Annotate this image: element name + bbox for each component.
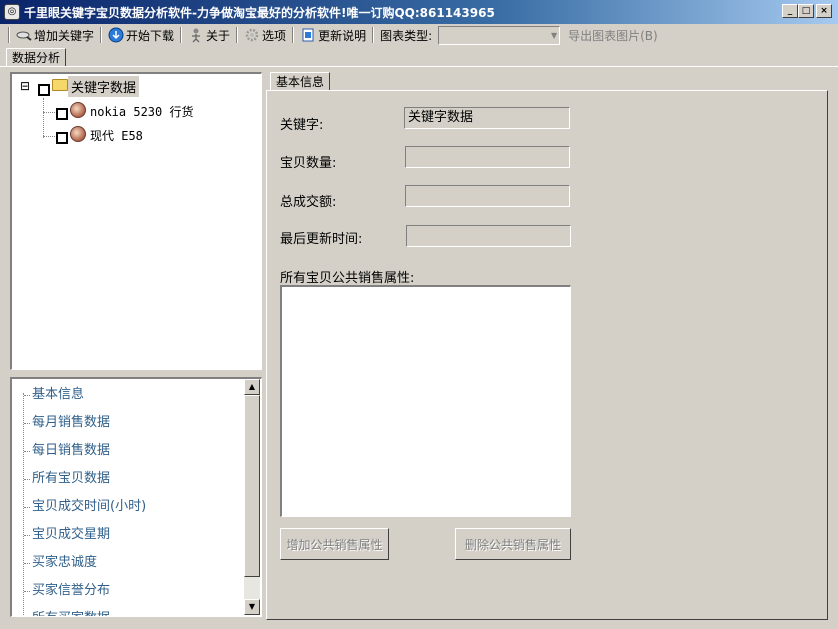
document-info-icon — [300, 27, 316, 43]
keyword-field[interactable]: 关键字数据 — [404, 107, 570, 129]
toolbar-separator — [236, 27, 239, 43]
chart-type-select[interactable]: ▼ — [438, 25, 561, 45]
close-button[interactable]: × — [816, 4, 832, 18]
analysis-nav-panel: 基本信息 每月销售数据 每日销售数据 所有宝贝数据 宝贝成交时间(小时) 宝贝成… — [10, 377, 262, 617]
item-count-field[interactable] — [405, 146, 570, 168]
export-chart-button[interactable]: 导出图表图片(B) — [566, 25, 660, 45]
add-keyword-button[interactable]: 增加关键字 — [14, 25, 96, 45]
about-label: 关于 — [206, 28, 231, 43]
nav-scrollbar[interactable]: ▲ ▼ — [244, 379, 260, 615]
toolbar-separator — [372, 27, 375, 43]
nav-item-monthly-sales[interactable]: 每月销售数据 — [12, 409, 244, 437]
update-notes-button[interactable]: 更新说明 — [298, 25, 368, 45]
common-attrs-label: 所有宝贝公共销售属性: — [280, 271, 415, 286]
tree-connector — [43, 136, 55, 137]
options-button[interactable]: 选项 — [242, 25, 288, 45]
options-label: 选项 — [262, 28, 287, 43]
chart-type-label: 图表类型: — [380, 28, 433, 43]
tree-item-label[interactable]: nokia 5230 行货 — [90, 103, 193, 120]
nav-connector — [23, 393, 24, 616]
product-icon — [70, 102, 86, 121]
minimize-button[interactable]: _ — [782, 4, 798, 18]
tab-data-analysis[interactable]: 数据分析 — [6, 48, 67, 66]
nav-item-deal-weekday[interactable]: 宝贝成交星期 — [12, 521, 244, 549]
add-common-attr-button[interactable]: 增加公共销售属性 — [280, 528, 389, 560]
tree-root-checkbox[interactable] — [38, 84, 50, 99]
nav-item-all-items[interactable]: 所有宝贝数据 — [12, 465, 244, 493]
about-button[interactable]: 关于 — [186, 25, 232, 45]
nav-item-buyer-credit[interactable]: 买家信誉分布 — [12, 577, 244, 605]
remove-common-attr-label: 删除公共销售属性 — [464, 537, 561, 552]
tree-root-label[interactable]: 关键字数据 — [68, 76, 140, 97]
tree-item-checkbox[interactable] — [56, 108, 68, 123]
globe-download-icon — [108, 27, 124, 43]
chevron-down-icon: ▼ — [550, 30, 558, 40]
folder-icon — [52, 79, 68, 94]
app-icon: ◎ — [4, 4, 20, 20]
nav-item-all-buyers[interactable]: 所有买家数据 — [12, 605, 244, 616]
gear-icon — [244, 27, 260, 43]
toolbar: 增加关键字 开始下载 关于 选项 更新说明 图表类型: ▼ 导出图表图片(B) — [0, 24, 838, 46]
keyword-tree-panel: ⊟ 关键字数据 nokia 5230 行货 现代 E58 — [10, 72, 262, 370]
tab-basic-info[interactable]: 基本信息 — [270, 72, 331, 90]
magnifier-icon — [16, 27, 32, 43]
basic-info-panel: 关键字: 关键字数据 宝贝数量: 总成交额: 最后更新时间: 所有宝贝公共销售属… — [266, 90, 828, 620]
tree-item-label[interactable]: 现代 E58 — [90, 127, 143, 144]
add-common-attr-label: 增加公共销售属性 — [286, 537, 383, 552]
title-bar: ◎ 千里眼关键字宝贝数据分析软件-力争做淘宝最好的分析软件!唯一订购QQ:861… — [0, 0, 838, 24]
window-title: 千里眼关键字宝贝数据分析软件-力争做淘宝最好的分析软件!唯一订购QQ:86114… — [24, 5, 495, 20]
toolbar-separator — [180, 27, 183, 43]
tree-item-checkbox[interactable] — [56, 132, 68, 147]
keyword-label: 关键字: — [280, 118, 324, 133]
scroll-down-icon[interactable]: ▼ — [244, 599, 260, 615]
nav-item-deal-hours[interactable]: 宝贝成交时间(小时) — [12, 493, 244, 521]
toolbar-separator — [100, 27, 103, 43]
update-notes-label: 更新说明 — [318, 28, 367, 43]
add-keyword-label: 增加关键字 — [34, 28, 95, 43]
tree-connector — [43, 98, 44, 138]
maximize-button[interactable]: □ — [798, 4, 814, 18]
toolbar-separator — [292, 27, 295, 43]
nav-list: 基本信息 每月销售数据 每日销售数据 所有宝贝数据 宝贝成交时间(小时) 宝贝成… — [12, 381, 244, 616]
scroll-up-icon[interactable]: ▲ — [244, 379, 260, 395]
product-icon — [70, 126, 86, 145]
last-updated-field[interactable] — [406, 225, 571, 247]
start-download-button[interactable]: 开始下载 — [106, 25, 176, 45]
tab-data-analysis-label: 数据分析 — [12, 51, 61, 65]
export-chart-label: 导出图表图片(B) — [568, 28, 658, 43]
toolbar-grip — [8, 27, 10, 43]
tab-basic-info-label: 基本信息 — [276, 75, 325, 89]
last-updated-label: 最后更新时间: — [280, 232, 363, 247]
tab-strip-line — [0, 66, 838, 67]
total-amount-field[interactable] — [405, 185, 570, 207]
item-count-label: 宝贝数量: — [280, 156, 337, 171]
nav-item-daily-sales[interactable]: 每日销售数据 — [12, 437, 244, 465]
scrollbar-thumb[interactable] — [244, 395, 260, 577]
common-attrs-list[interactable] — [280, 285, 571, 517]
about-person-icon — [188, 27, 204, 43]
total-amount-label: 总成交额: — [280, 195, 337, 210]
tree-collapse-toggle[interactable]: ⊟ — [20, 79, 30, 93]
remove-common-attr-button[interactable]: 删除公共销售属性 — [455, 528, 571, 560]
nav-item-buyer-loyalty[interactable]: 买家忠诚度 — [12, 549, 244, 577]
tree-connector — [43, 112, 55, 113]
start-download-label: 开始下载 — [126, 28, 175, 43]
nav-item-basic-info[interactable]: 基本信息 — [12, 381, 244, 409]
